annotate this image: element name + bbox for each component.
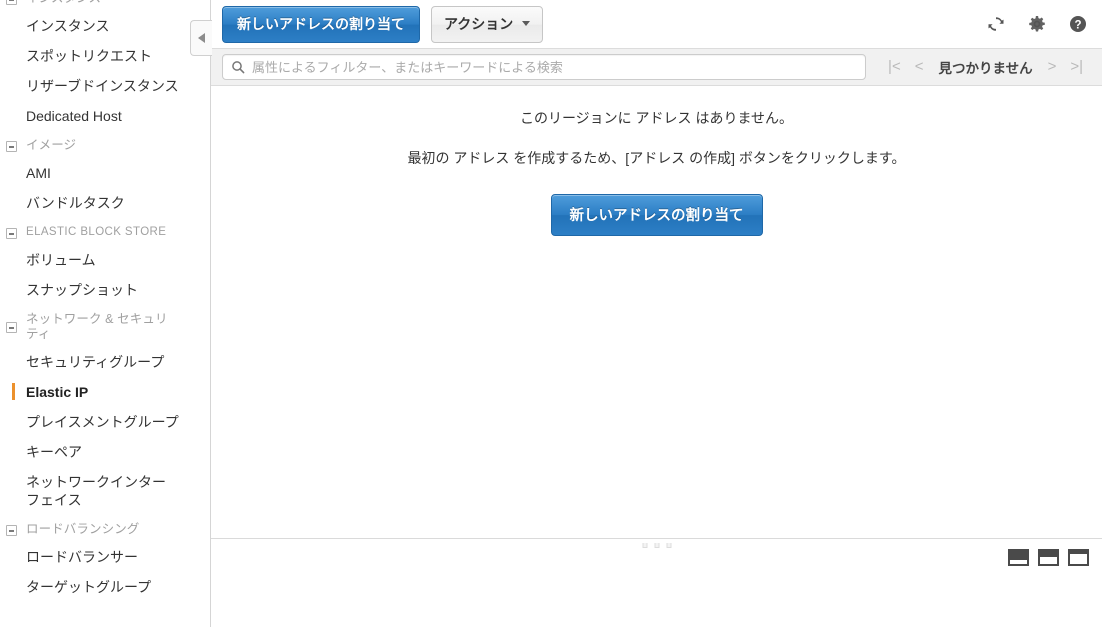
collapse-minus-icon: [6, 140, 17, 152]
grip-dot: [642, 543, 647, 548]
sidebar-item-label: プレイスメントグループ: [26, 414, 179, 430]
empty-state-primary-text: このリージョンに アドレス はありません。: [519, 110, 794, 126]
panel-fill: [1070, 554, 1087, 564]
sidebar: インスタンスインスタンススポットリクエストリザーブドインスタンスDedicate…: [0, 0, 211, 627]
sidebar-item-label: セキュリティグループ: [26, 354, 165, 370]
sidebar-group-header-instances[interactable]: インスタンス: [0, 0, 210, 11]
sidebar-item-label: スナップショット: [26, 282, 138, 298]
panel-layout-toggles: [1008, 549, 1089, 566]
chevron-left-icon: [198, 33, 205, 43]
sidebar-item-ボリューム[interactable]: ボリューム: [0, 245, 210, 275]
pagination-next-button[interactable]: >: [1041, 58, 1064, 76]
sidebar-item-プレイスメントグループ[interactable]: プレイスメントグループ: [0, 407, 210, 437]
search-box[interactable]: [222, 54, 866, 80]
help-icon[interactable]: ?: [1068, 14, 1088, 34]
sidebar-item-セキュリティグループ[interactable]: セキュリティグループ: [0, 347, 210, 377]
sidebar-item-label: Elastic IP: [26, 384, 89, 400]
panel-fill: [1040, 557, 1057, 564]
grip-dot: [654, 543, 659, 548]
content-area: このリージョンに アドレス はありません。 最初の アドレス を作成するため、[…: [211, 86, 1102, 575]
sidebar-item-スナップショット[interactable]: スナップショット: [0, 275, 210, 305]
refresh-icon[interactable]: [986, 14, 1006, 34]
sidebar-item-label: AMI: [26, 165, 51, 181]
sidebar-group-label: ELASTIC BLOCK STORE: [26, 226, 167, 238]
sidebar-item-バンドルタスク[interactable]: バンドルタスク: [0, 188, 210, 218]
sidebar-group-header-elastic-block-store[interactable]: ELASTIC BLOCK STORE: [0, 220, 210, 245]
pagination-last-button[interactable]: >|: [1063, 58, 1090, 76]
sidebar-item-label: キーペア: [26, 444, 82, 460]
sidebar-group-instances: インスタンスインスタンススポットリクエストリザーブドインスタンスDedicate…: [0, 0, 210, 131]
sidebar-item-Dedicated-Host[interactable]: Dedicated Host: [0, 101, 210, 131]
empty-state-secondary-text: 最初の アドレス を作成するため、[アドレス の作成] ボタンをクリックします。: [407, 150, 906, 166]
sidebar-group-label: ネットワーク & セキュリティ: [26, 312, 168, 341]
sidebar-item-label: バンドルタスク: [26, 195, 125, 211]
pagination-prev-button[interactable]: <: [908, 58, 931, 76]
collapse-minus-icon: [6, 0, 17, 5]
toolbar-icons: ?: [986, 14, 1088, 34]
empty-state-allocate-button[interactable]: 新しいアドレスの割り当て: [550, 194, 763, 236]
sidebar-group-header-network-security[interactable]: ネットワーク & セキュリティ: [0, 307, 210, 347]
panel-layout-large-icon[interactable]: [1068, 549, 1089, 566]
sidebar-group-label: イメージ: [26, 138, 77, 152]
panel-fill: [1010, 560, 1027, 564]
actions-dropdown-label: アクション: [444, 15, 514, 32]
panel-splitter: [211, 538, 1102, 539]
pagination-first-button[interactable]: |<: [881, 58, 908, 76]
collapse-minus-icon: [6, 227, 17, 239]
sidebar-item-インスタンス[interactable]: インスタンス: [0, 11, 210, 41]
sidebar-item-label: インスタンス: [26, 18, 110, 34]
sidebar-item-リザーブドインスタンス[interactable]: リザーブドインスタンス: [0, 71, 210, 101]
sidebar-group-label: インスタンス: [26, 0, 101, 6]
sidebar-item-ターゲットグループ[interactable]: ターゲットグループ: [0, 572, 210, 602]
sidebar-item-ネットワークインターフェイス[interactable]: ネットワークインターフェイス: [0, 467, 210, 515]
ec2-console: インスタンスインスタンススポットリクエストリザーブドインスタンスDedicate…: [0, 0, 1102, 627]
sidebar-group-images: イメージ AMI バンドルタスク: [0, 133, 210, 218]
sidebar-item-Elastic-IP[interactable]: Elastic IP: [0, 377, 210, 407]
sidebar-item-label: リザーブドインスタンス: [26, 78, 179, 94]
resize-grip-icon[interactable]: [642, 543, 671, 548]
collapse-minus-icon: [6, 524, 17, 536]
search-input[interactable]: [245, 59, 857, 75]
sidebar-item-スポットリクエスト[interactable]: スポットリクエスト: [0, 41, 210, 71]
sidebar-item-label: ネットワークインターフェイス: [26, 474, 166, 508]
sidebar-group-elastic-block-store: ELASTIC BLOCK STORE ボリュームスナップショット: [0, 220, 210, 305]
search-icon: [232, 61, 245, 74]
pagination: |< < 見つかりません > >|: [881, 57, 1092, 77]
sidebar-item-label: ターゲットグループ: [26, 579, 152, 595]
empty-state: このリージョンに アドレス はありません。 最初の アドレス を作成するため、[…: [211, 86, 1102, 236]
main-panel: 新しいアドレスの割り当て アクション ? 属性によるフィルター、またはキーワード…: [211, 0, 1102, 627]
sidebar-item-label: ボリューム: [26, 252, 96, 268]
sidebar-item-label: スポットリクエスト: [26, 48, 152, 64]
sidebar-group-header-images[interactable]: イメージ: [0, 133, 210, 158]
sidebar-group-label: ロードバランシング: [26, 522, 140, 536]
filter-bar: |< < 見つかりません > >|: [211, 48, 1102, 86]
actions-dropdown-button[interactable]: アクション: [431, 5, 544, 43]
sidebar-group-header-load-balancing[interactable]: ロードバランシング: [0, 517, 210, 542]
svg-text:?: ?: [1074, 20, 1081, 32]
sidebar-collapse-button[interactable]: [190, 20, 212, 56]
sidebar-item-label: ロードバランサー: [26, 549, 138, 565]
panel-layout-small-icon[interactable]: [1008, 549, 1029, 566]
grip-dot: [666, 543, 671, 548]
sidebar-nav: インスタンスインスタンススポットリクエストリザーブドインスタンスDedicate…: [0, 0, 210, 604]
gear-icon[interactable]: [1027, 14, 1047, 34]
chevron-down-icon: [522, 21, 531, 26]
panel-layout-medium-icon[interactable]: [1038, 549, 1059, 566]
toolbar: 新しいアドレスの割り当て アクション ?: [211, 0, 1102, 48]
sidebar-item-label: Dedicated Host: [26, 108, 122, 124]
collapse-minus-icon: [6, 322, 17, 333]
sidebar-group-load-balancing: ロードバランシング ロードバランサー ターゲットグループ: [0, 517, 210, 602]
sidebar-item-AMI[interactable]: AMI: [0, 158, 210, 188]
sidebar-item-ロードバランサー[interactable]: ロードバランサー: [0, 542, 210, 572]
sidebar-group-network-security: ネットワーク & セキュリティセキュリティグループ Elastic IP プレイスメ…: [0, 307, 210, 515]
allocate-new-address-button[interactable]: 新しいアドレスの割り当て: [222, 5, 420, 43]
sidebar-item-キーペア[interactable]: キーペア: [0, 437, 210, 467]
pagination-status: 見つかりません: [938, 61, 1033, 76]
